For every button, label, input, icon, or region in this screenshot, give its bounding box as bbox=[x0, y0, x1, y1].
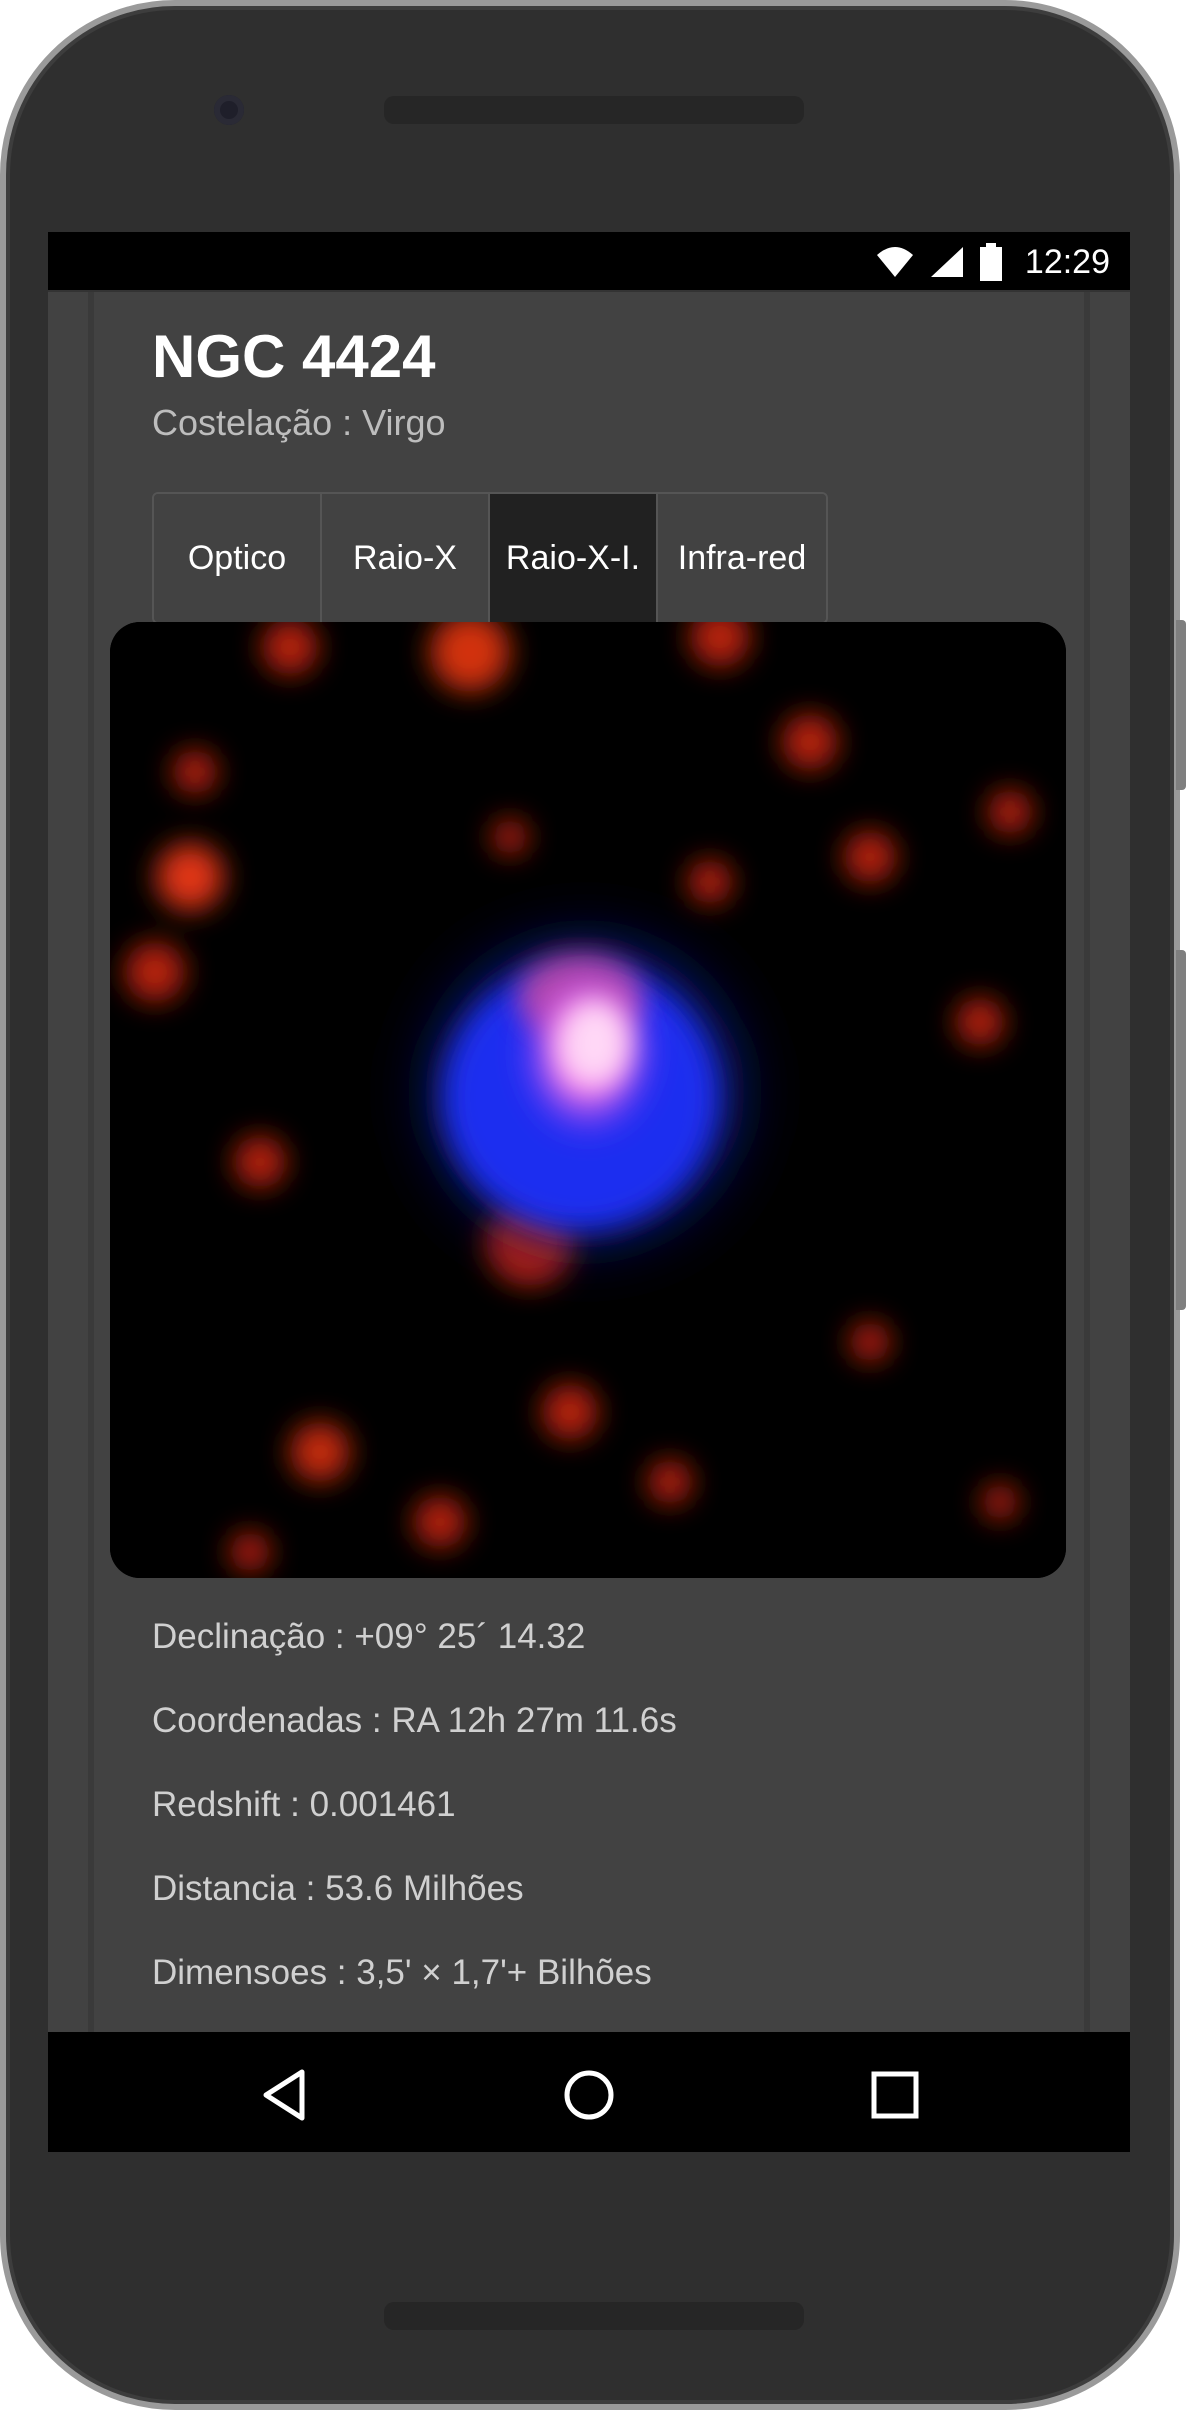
galaxy-image-render bbox=[110, 622, 1066, 1578]
panel-edge bbox=[1084, 292, 1090, 2032]
earpiece-speaker bbox=[384, 96, 804, 124]
tab-raio-x-i[interactable]: Raio-X-I. bbox=[490, 494, 658, 622]
coordinates-text: Coordenadas : RA 12h 27m 11.6s bbox=[152, 1701, 677, 1740]
battery-icon bbox=[979, 243, 1002, 281]
tab-infra-red[interactable]: Infra-red bbox=[658, 494, 826, 622]
tab-optico[interactable]: Optico bbox=[154, 494, 322, 622]
device-screen: 12:29 NGC 4424 Costelação : Virgo Optico… bbox=[48, 232, 1130, 2152]
status-bar: 12:29 bbox=[48, 232, 1130, 292]
recents-icon[interactable] bbox=[870, 2070, 920, 2120]
status-time: 12:29 bbox=[1024, 242, 1110, 281]
constellation-label: Costelação : Virgo bbox=[152, 402, 446, 443]
dimensions-text: Dimensoes : 3,5' × 1,7'+ Bilhões bbox=[152, 1953, 652, 1992]
bottom-speaker bbox=[384, 2302, 804, 2330]
camera-icon bbox=[214, 95, 244, 125]
navigation-bar bbox=[48, 2032, 1130, 2152]
power-button bbox=[1176, 950, 1186, 1310]
distance-text: Distancia : 53.6 Milhões bbox=[152, 1869, 524, 1908]
home-icon[interactable] bbox=[562, 2068, 616, 2122]
panel-edge bbox=[88, 292, 94, 2032]
declination-text: Declinação : +09° 25´ 14.32 bbox=[152, 1617, 586, 1656]
wavelength-tabs: Optico Raio-X Raio-X-I. Infra-red bbox=[152, 492, 828, 624]
redshift-text: Redshift : 0.001461 bbox=[152, 1785, 456, 1824]
volume-button bbox=[1176, 620, 1186, 790]
object-title: NGC 4424 bbox=[152, 323, 436, 390]
back-icon[interactable] bbox=[260, 2068, 310, 2122]
detail-panel[interactable]: NGC 4424 Costelação : Virgo Optico Raio-… bbox=[48, 292, 1130, 2032]
tab-raio-x[interactable]: Raio-X bbox=[322, 494, 490, 622]
signal-icon bbox=[930, 247, 963, 277]
galaxy-image bbox=[110, 622, 1066, 1578]
wifi-icon bbox=[876, 247, 913, 277]
